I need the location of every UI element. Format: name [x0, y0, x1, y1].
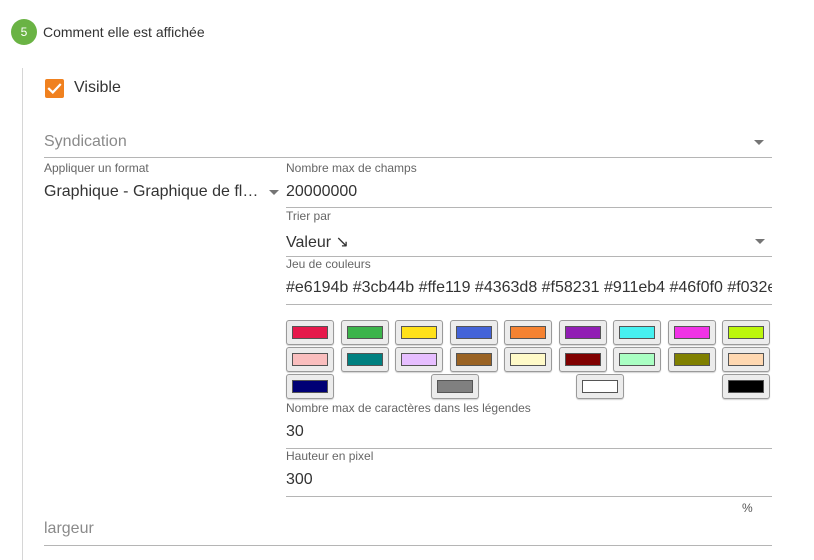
color-swatch-chip	[728, 353, 764, 366]
color-swatch-button[interactable]	[504, 347, 552, 372]
color-set-label: Jeu de couleurs	[286, 257, 371, 271]
color-swatch-chip	[674, 353, 710, 366]
width-placeholder: largeur	[44, 520, 94, 537]
color-swatch-chip	[565, 353, 601, 366]
format-dropdown-arrow-icon	[269, 190, 279, 195]
max-fields-label: Nombre max de champs	[286, 161, 417, 175]
color-swatch-chip	[292, 380, 328, 393]
color-swatch-chip	[619, 326, 655, 339]
color-swatch-chip	[401, 326, 437, 339]
format-value: Graphique - Graphique de fl…	[44, 183, 259, 200]
height-px-label: Hauteur en pixel	[286, 449, 374, 463]
format-label: Appliquer un format	[44, 161, 149, 175]
color-swatch-chip	[347, 353, 383, 366]
height-px-underline	[286, 496, 772, 497]
height-px-value: 300	[286, 471, 313, 488]
color-swatch-chip	[401, 353, 437, 366]
max-fields-underline	[286, 207, 772, 208]
color-swatch-button[interactable]	[431, 374, 479, 399]
color-swatch-button[interactable]	[450, 347, 498, 372]
step-guide-line	[22, 68, 23, 560]
color-swatch-button[interactable]	[286, 320, 334, 345]
color-swatch-button[interactable]	[341, 320, 389, 345]
color-swatch-grid	[286, 320, 772, 402]
syndication-placeholder: Syndication	[44, 133, 127, 150]
color-swatch-button[interactable]	[668, 320, 716, 345]
legend-max-chars-label: Nombre max de caractères dans les légend…	[286, 401, 531, 415]
color-swatch-chip	[510, 326, 546, 339]
color-swatch-button[interactable]	[668, 347, 716, 372]
color-swatch-button[interactable]	[341, 347, 389, 372]
visible-checkbox[interactable]	[45, 79, 64, 98]
color-swatch-chip	[619, 353, 655, 366]
color-swatch-button[interactable]	[286, 374, 334, 399]
sort-label: Trier par	[286, 209, 331, 223]
color-swatch-chip	[292, 353, 328, 366]
syndication-dropdown-arrow-icon	[754, 140, 764, 145]
syndication-underline	[44, 157, 772, 158]
color-swatch-button[interactable]	[395, 347, 443, 372]
step-number-badge: 5	[11, 19, 37, 45]
color-swatch-chip	[510, 353, 546, 366]
color-swatch-button[interactable]	[613, 320, 661, 345]
color-swatch-chip	[456, 353, 492, 366]
color-swatch-button[interactable]	[722, 320, 770, 345]
color-swatch-button[interactable]	[613, 347, 661, 372]
color-swatch-chip	[437, 380, 473, 393]
color-swatch-button[interactable]	[576, 374, 624, 399]
width-unit-percent: %	[742, 501, 753, 515]
color-swatch-button[interactable]	[559, 320, 607, 345]
color-set-underline	[286, 304, 772, 305]
sort-dropdown-arrow-icon	[755, 239, 765, 244]
color-swatch-chip	[674, 326, 710, 339]
color-swatch-chip	[565, 326, 601, 339]
color-swatch-chip	[292, 326, 328, 339]
color-swatch-chip	[728, 380, 764, 393]
checkmark-icon	[47, 83, 62, 94]
sort-value: Valeur ↘	[286, 234, 349, 251]
color-set-value: #e6194b #3cb44b #ffe119 #4363d8 #f58231 …	[286, 279, 772, 296]
color-swatch-button[interactable]	[722, 347, 770, 372]
color-swatch-button[interactable]	[504, 320, 552, 345]
color-swatch-chip	[456, 326, 492, 339]
width-underline	[44, 545, 772, 546]
color-swatch-button[interactable]	[286, 347, 334, 372]
color-swatch-chip	[347, 326, 383, 339]
color-swatch-button[interactable]	[450, 320, 498, 345]
color-swatch-button[interactable]	[395, 320, 443, 345]
color-swatch-chip	[728, 326, 764, 339]
max-fields-value: 20000000	[286, 183, 358, 200]
color-swatch-chip	[582, 380, 618, 393]
visible-label[interactable]: Visible	[74, 79, 121, 97]
step-title: Comment elle est affichée	[43, 24, 205, 40]
color-swatch-button[interactable]	[559, 347, 607, 372]
legend-max-chars-value: 30	[286, 423, 304, 440]
color-swatch-button[interactable]	[722, 374, 770, 399]
